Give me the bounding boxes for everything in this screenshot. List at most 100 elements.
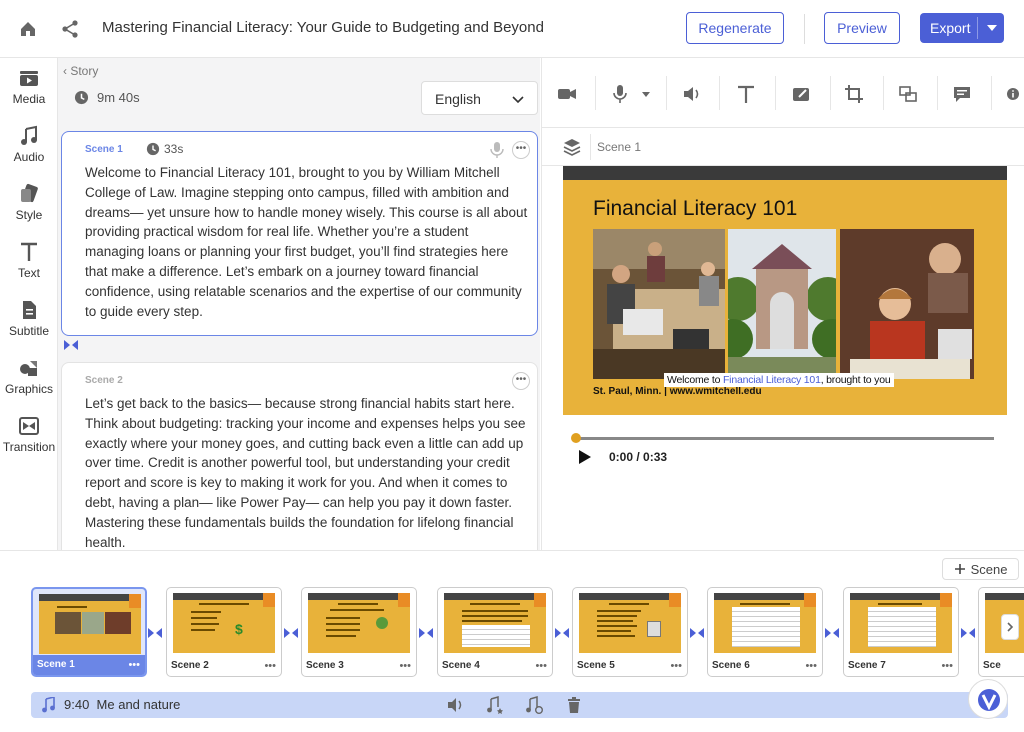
info-icon[interactable] xyxy=(1006,84,1020,104)
preview-button[interactable]: Preview xyxy=(824,12,900,44)
thumbnail-more-button[interactable]: ••• xyxy=(941,660,953,672)
trash-icon[interactable] xyxy=(565,696,583,714)
scene-more-button[interactable]: ••• xyxy=(512,141,530,159)
scene-thumbnail-7[interactable]: Scene 7 ••• xyxy=(843,587,959,677)
rail-item-audio[interactable]: Audio xyxy=(0,125,58,175)
thumbnail-more-button[interactable]: ••• xyxy=(670,660,682,672)
transition-link-icon[interactable] xyxy=(284,628,298,638)
rail-item-style[interactable]: Style xyxy=(0,183,58,233)
thumbnail-image xyxy=(714,593,816,653)
rail-label: Audio xyxy=(13,150,45,164)
scene-script[interactable]: Let’s get back to the basics— because st… xyxy=(85,394,529,550)
text-icon[interactable] xyxy=(736,84,756,104)
rail-label: Graphics xyxy=(4,382,54,396)
thumbnail-more-button[interactable]: ••• xyxy=(535,660,547,672)
breadcrumb[interactable]: ‹ Story xyxy=(63,64,98,78)
scene-duration: 33s xyxy=(146,142,183,156)
language-select[interactable]: English xyxy=(421,81,538,115)
scene-thumbnail-1[interactable]: Scene 1 ••• xyxy=(31,587,147,677)
chevron-down-icon[interactable] xyxy=(984,18,1000,38)
thumbnail-image xyxy=(308,593,410,653)
assistant-button[interactable] xyxy=(968,679,1008,719)
slide-header-strip xyxy=(563,166,1007,180)
header-divider xyxy=(804,14,805,44)
playback-time: 0:00 / 0:33 xyxy=(609,450,668,464)
audio-track[interactable]: 9:40 Me and nature xyxy=(31,692,1008,718)
music-note-icon xyxy=(42,697,55,713)
scene-script[interactable]: Welcome to Financial Literacy 101, broug… xyxy=(85,163,529,321)
scene-label: Scene 2 xyxy=(85,375,123,386)
share-icon[interactable] xyxy=(59,18,81,40)
transition-link-icon[interactable] xyxy=(825,628,839,638)
rail-item-text[interactable]: Text xyxy=(0,241,58,291)
crop-icon[interactable] xyxy=(844,84,864,104)
project-title[interactable]: Mastering Financial Literacy: Your Guide… xyxy=(102,19,544,36)
toolbar-separator xyxy=(991,76,992,110)
transition-link-icon[interactable] xyxy=(555,628,569,638)
replace-music-icon[interactable] xyxy=(525,696,543,714)
add-scene-button[interactable]: Scene xyxy=(942,558,1019,580)
campus-building-photo xyxy=(728,229,836,379)
scene-card-1[interactable]: Scene 1 33s ••• Welcome to Financial Lit… xyxy=(61,131,538,336)
thumbnail-image xyxy=(579,593,681,653)
image-edit-icon[interactable] xyxy=(791,84,811,104)
layer-swap-icon[interactable] xyxy=(898,84,918,104)
scene-thumbnail-5[interactable]: Scene 5 ••• xyxy=(572,587,688,677)
scene-thumbnail-6[interactable]: Scene 6 ••• xyxy=(707,587,823,677)
duration-value: 9m 40s xyxy=(97,90,140,105)
rail-item-transition[interactable]: Transition xyxy=(0,415,58,465)
scene-thumbnail-2[interactable]: $ Scene 2 ••• xyxy=(166,587,282,677)
volume-icon[interactable] xyxy=(682,84,702,104)
home-icon[interactable] xyxy=(17,18,39,40)
scene-more-button[interactable]: ••• xyxy=(512,372,530,390)
toolbar-separator xyxy=(775,76,776,110)
scene-card-2[interactable]: Scene 2 ••• Let’s get back to the basics… xyxy=(61,362,538,550)
microphone-icon[interactable] xyxy=(610,84,630,104)
scrubber-handle[interactable] xyxy=(571,433,581,443)
rail-item-subtitle[interactable]: Subtitle xyxy=(0,299,58,349)
rail-item-graphics[interactable]: Graphics xyxy=(0,357,58,407)
chevron-down-icon[interactable] xyxy=(640,84,652,104)
transition-link-icon[interactable] xyxy=(961,628,975,638)
scene-thumbnail-3[interactable]: Scene 3 ••• xyxy=(301,587,417,677)
comment-icon[interactable] xyxy=(952,84,972,104)
editor-toolbar xyxy=(542,58,1024,128)
timeline-next-button[interactable] xyxy=(1001,614,1019,640)
playback-scrubber[interactable] xyxy=(575,437,994,440)
scene-label: Scene 1 xyxy=(85,144,123,155)
volume-icon[interactable] xyxy=(447,696,465,714)
chevron-right-icon xyxy=(1007,622,1014,632)
layer-bar: Scene 1 xyxy=(542,128,1024,166)
thumbnail-image: $ xyxy=(173,593,275,653)
rail-label: Transition xyxy=(2,440,56,454)
regenerate-button[interactable]: Regenerate xyxy=(686,12,784,44)
layers-icon[interactable] xyxy=(562,137,582,157)
transition-link-icon[interactable] xyxy=(148,628,162,638)
play-icon[interactable] xyxy=(578,449,592,465)
music-effects-icon[interactable] xyxy=(486,696,504,714)
thumbnail-image xyxy=(850,593,952,653)
style-icon xyxy=(21,183,38,203)
slide-preview[interactable]: Financial Literacy 101 St. Paul, Minn. |… xyxy=(563,166,1007,415)
timeline: Scene Scene 1 ••• $ Scene 2 ••• Scene 3 … xyxy=(0,550,1024,732)
breadcrumb-label: Story xyxy=(70,64,99,78)
toolbar-separator xyxy=(666,76,667,110)
rail-item-media[interactable]: Media xyxy=(0,67,58,117)
transition-link-icon[interactable] xyxy=(419,628,433,638)
transition-link-icon[interactable] xyxy=(64,340,78,350)
export-button[interactable]: Export xyxy=(920,13,1004,43)
slide-footer: St. Paul, Minn. | www.wmitchell.edu xyxy=(593,386,762,397)
toolbar-separator xyxy=(937,76,938,110)
thumbnail-label: Scene 2 xyxy=(171,660,209,671)
story-panel: ‹ Story 9m 40s English Scene 1 33s ••• W… xyxy=(58,58,540,550)
thumbnail-more-button[interactable]: ••• xyxy=(264,660,276,672)
thumbnail-more-button[interactable]: ••• xyxy=(128,659,140,671)
transition-link-icon[interactable] xyxy=(690,628,704,638)
thumbnail-more-button[interactable]: ••• xyxy=(399,660,411,672)
microphone-icon[interactable] xyxy=(489,141,505,159)
scene-thumbnail-4[interactable]: Scene 4 ••• xyxy=(437,587,553,677)
camera-icon[interactable] xyxy=(557,84,577,104)
thumbnail-label: Scene 1 xyxy=(37,659,75,670)
thumbnail-more-button[interactable]: ••• xyxy=(805,660,817,672)
subtitle-caption[interactable]: Welcome to Financial Literacy 101, broug… xyxy=(664,373,894,387)
